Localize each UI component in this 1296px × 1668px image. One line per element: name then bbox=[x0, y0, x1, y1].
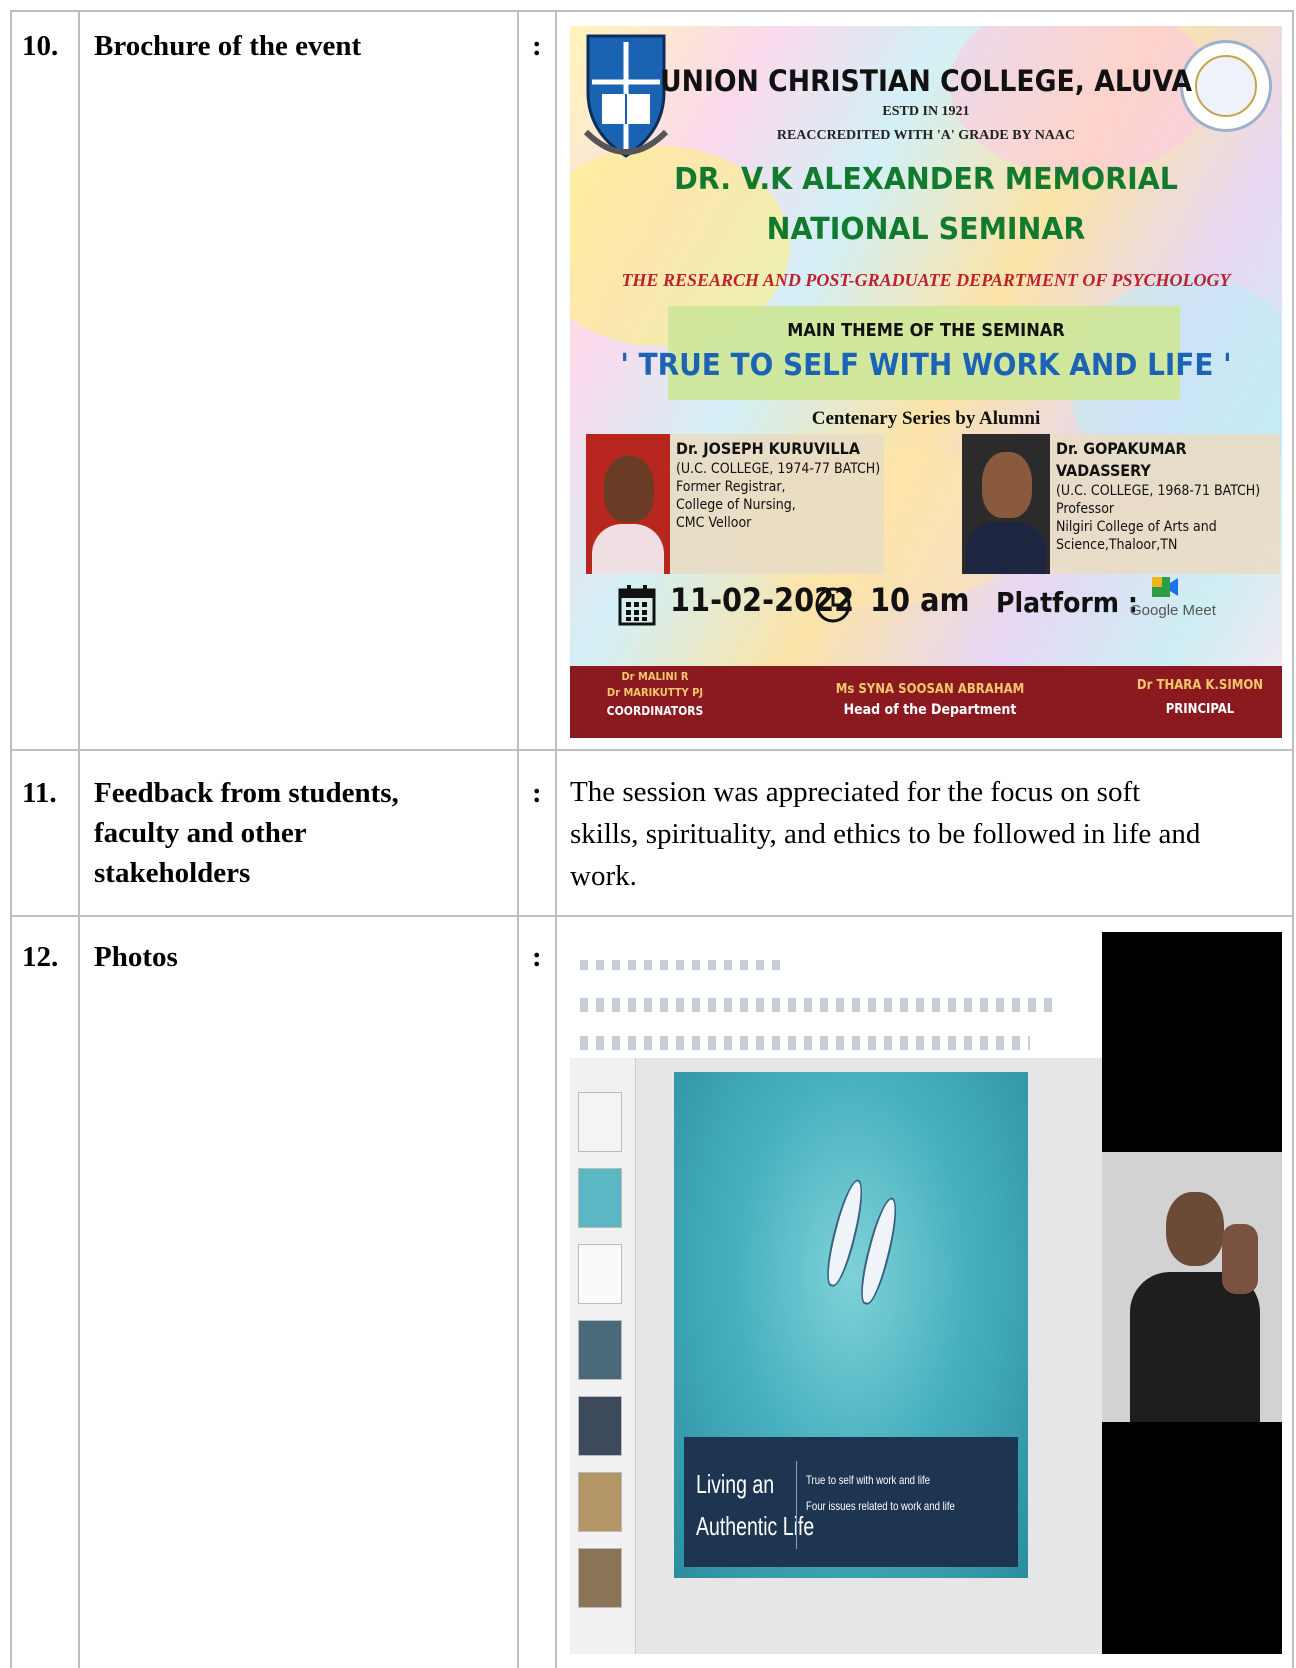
speaker-name: Dr. JOSEPH KURUVILLA bbox=[676, 439, 860, 458]
column-divider bbox=[78, 10, 80, 1668]
row-separator: : bbox=[532, 941, 542, 973]
speaker-line: Former Registrar, bbox=[676, 479, 786, 495]
slide-bullet: True to self with work and life bbox=[806, 1473, 930, 1487]
speaker-photo bbox=[586, 434, 670, 574]
slide-thumbnails-panel bbox=[570, 1058, 636, 1654]
menu-bar bbox=[580, 960, 780, 970]
hod-name: Ms SYNA SOOSAN ABRAHAM bbox=[835, 682, 1025, 697]
presentation-slide: Living an Authentic Life True to self wi… bbox=[674, 1072, 1028, 1578]
boat bbox=[821, 1176, 869, 1290]
column-divider bbox=[517, 10, 519, 1668]
slide-bullet: Four issues related to work and life bbox=[806, 1499, 955, 1513]
row-separator: : bbox=[532, 30, 542, 62]
coordinator-name: Dr MALINI R bbox=[621, 670, 689, 683]
feedback-text: The session was appreciated for the focu… bbox=[570, 771, 1200, 897]
slide-thumbnail bbox=[578, 1168, 622, 1228]
column-divider bbox=[555, 10, 557, 1668]
row-divider bbox=[10, 749, 1294, 751]
slide-caption-box: Living an Authentic Life True to self wi… bbox=[684, 1437, 1018, 1567]
row-number: 11. bbox=[22, 777, 57, 809]
speaker-line: CMC Velloor bbox=[676, 515, 752, 531]
feedback-line: The session was appreciated for the focu… bbox=[570, 776, 1141, 808]
speaker-line: College of Nursing, bbox=[676, 497, 796, 513]
row-label: Feedback from students, faculty and othe… bbox=[94, 773, 399, 893]
row-label-line: stakeholders bbox=[94, 857, 251, 889]
table-border-left bbox=[10, 10, 12, 1668]
speaker-batch: (U.C. COLLEGE, 1974-77 BATCH) bbox=[676, 461, 881, 477]
slide-thumbnail bbox=[578, 1548, 622, 1608]
feedback-line: work. bbox=[570, 860, 637, 892]
speaker-1-details: Dr. JOSEPH KURUVILLA (U.C. COLLEGE, 1974… bbox=[676, 438, 882, 532]
event-time: 10 am bbox=[870, 581, 970, 619]
row-separator: : bbox=[532, 777, 542, 809]
speaker-name: Dr. GOPAKUMAR VADASSERY bbox=[1056, 439, 1187, 480]
principal-name: Dr THARA K.SIMON bbox=[1136, 678, 1264, 693]
google-meet-icon bbox=[1152, 577, 1178, 597]
event-brochure: UNION CHRISTIAN COLLEGE, ALUVA ESTD IN 1… bbox=[570, 26, 1282, 738]
college-crest-icon bbox=[583, 34, 669, 158]
brochure-title-line-1: DR. V.K ALEXANDER MEMORIAL bbox=[674, 162, 1178, 197]
feedback-line: skills, spirituality, and ethics to be f… bbox=[570, 818, 1201, 850]
brochure-title-line-2: NATIONAL SEMINAR bbox=[766, 212, 1086, 247]
session-photo: Living an Authentic Life True to self wi… bbox=[570, 932, 1282, 1654]
brochure-accreditation: REACCREDITED WITH 'A' GRADE BY NAAC bbox=[776, 128, 1076, 143]
brochure-estd: ESTD IN 1921 bbox=[882, 104, 970, 119]
slide-thumbnail bbox=[578, 1320, 622, 1380]
brochure-college-name: UNION CHRISTIAN COLLEGE, ALUVA bbox=[659, 64, 1193, 98]
seminar-theme: ' TRUE TO SELF WITH WORK AND LIFE ' bbox=[620, 348, 1232, 383]
theme-heading: MAIN THEME OF THE SEMINAR bbox=[787, 320, 1065, 341]
slide-thumbnail bbox=[578, 1092, 622, 1152]
row-label-line: faculty and other bbox=[94, 817, 307, 849]
principal-role: PRINCIPAL bbox=[1165, 702, 1235, 717]
slide-thumbnail bbox=[578, 1396, 622, 1456]
centenary-series: Centenary Series by Alumni bbox=[811, 408, 1041, 429]
speaker-photo bbox=[962, 434, 1050, 574]
platform-label: Platform : bbox=[996, 586, 1138, 619]
hod-role: Head of the Department bbox=[843, 702, 1017, 718]
slide-thumbnail bbox=[578, 1472, 622, 1532]
toolbar bbox=[580, 998, 1060, 1012]
speaker-2-details: Dr. GOPAKUMAR VADASSERY (U.C. COLLEGE, 1… bbox=[1056, 438, 1282, 554]
row-label: Photos bbox=[94, 941, 178, 973]
brochure-footer: Dr MALINI R Dr MARIKUTTY PJ COORDINATORS… bbox=[570, 666, 1282, 738]
slide-thumbnail bbox=[578, 1244, 622, 1304]
video-feed bbox=[1102, 932, 1282, 1654]
row-number: 12. bbox=[22, 941, 59, 973]
calendar-icon bbox=[618, 585, 656, 626]
row-number: 10. bbox=[22, 30, 59, 62]
row-label-line: Feedback from students, bbox=[94, 777, 399, 809]
speaker-line: Professor bbox=[1056, 501, 1115, 517]
table-border-right bbox=[1292, 10, 1294, 1668]
row-divider bbox=[10, 915, 1294, 917]
slide-title: Living an bbox=[696, 1469, 775, 1499]
toolbar bbox=[580, 1036, 1030, 1050]
boat bbox=[855, 1194, 903, 1308]
speaker-line: Nilgiri College of Arts and bbox=[1056, 519, 1217, 535]
coordinators-role: COORDINATORS bbox=[606, 704, 704, 718]
row-label: Brochure of the event bbox=[94, 30, 362, 62]
clock-icon bbox=[815, 587, 851, 623]
speaker-video bbox=[1102, 1152, 1282, 1422]
table-border-top bbox=[10, 10, 1294, 12]
platform-name: Google Meet bbox=[1130, 602, 1216, 619]
coordinator-name: Dr MARIKUTTY PJ bbox=[606, 686, 704, 699]
speaker-batch: (U.C. COLLEGE, 1968-71 BATCH) bbox=[1056, 483, 1261, 499]
speaker-line: Science,Thaloor,TN bbox=[1056, 537, 1178, 553]
brochure-department: THE RESEARCH AND POST-GRADUATE DEPARTMEN… bbox=[621, 270, 1231, 290]
